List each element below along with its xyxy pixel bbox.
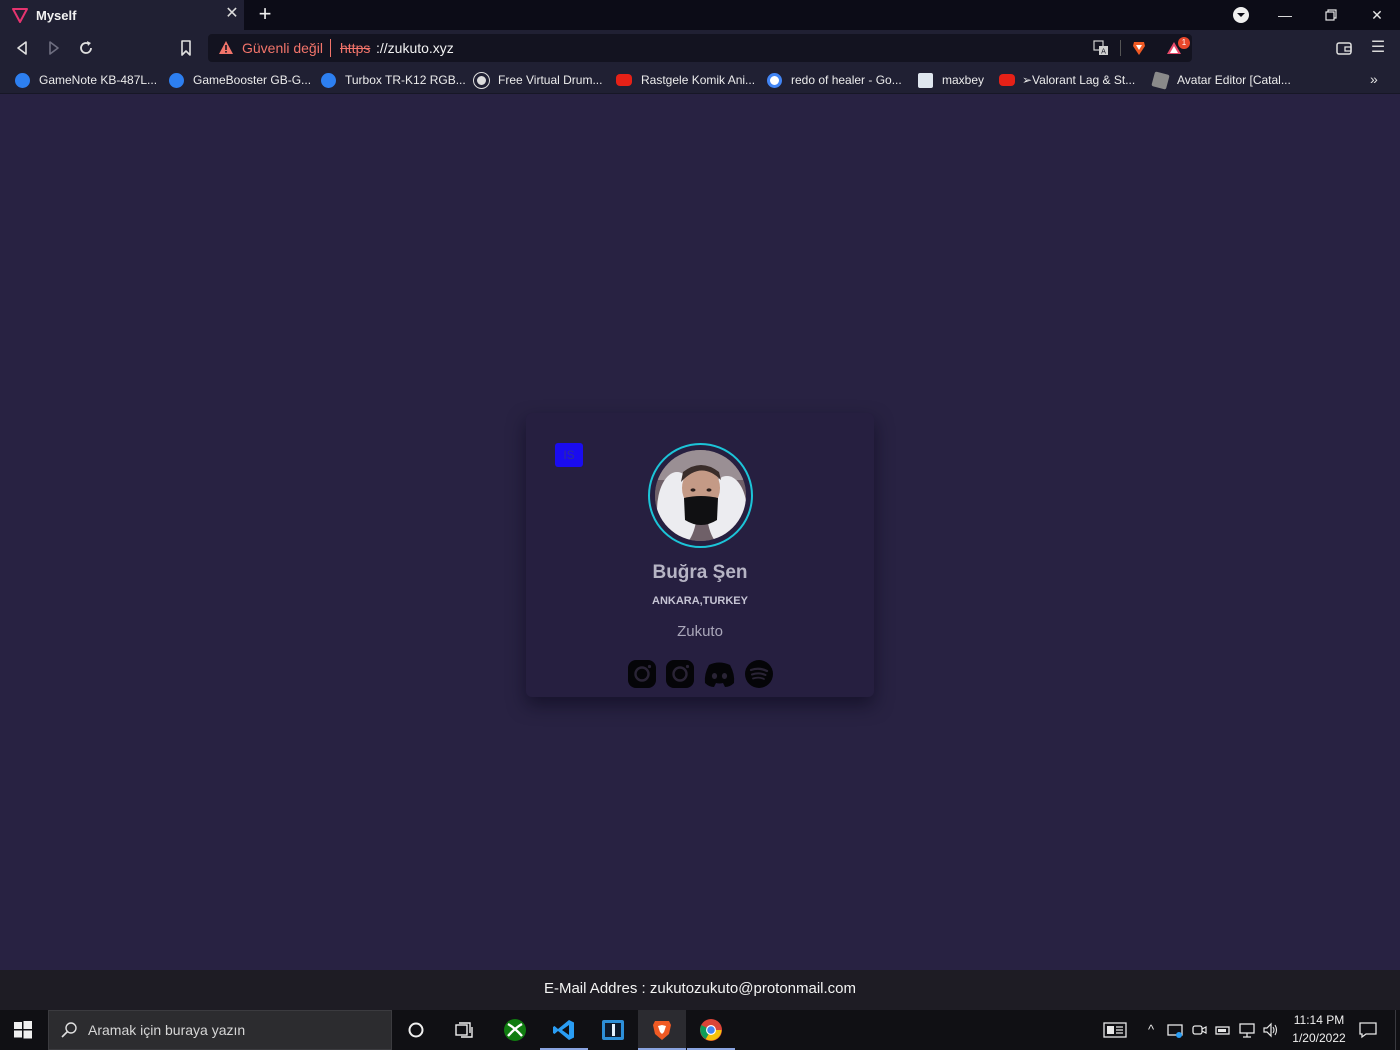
address-divider (330, 39, 331, 57)
urlbar-divider (1120, 40, 1121, 56)
forward-icon[interactable] (44, 38, 64, 58)
bookmark-item[interactable]: Avatar Editor [Catal... (1151, 66, 1291, 94)
chrome-app-button[interactable] (687, 1010, 735, 1050)
brave-app-button[interactable] (638, 1010, 686, 1050)
vscode-app-button[interactable] (540, 1010, 588, 1050)
site-icon (918, 72, 933, 88)
bookmark-label: maxbey (942, 73, 985, 87)
reload-icon[interactable] (76, 38, 96, 58)
bookmark-label: Free Virtual Drum... (498, 73, 603, 87)
search-icon (61, 1022, 77, 1038)
youtube-icon (999, 74, 1015, 86)
google-icon (767, 72, 782, 88)
brave-triangle-icon (12, 8, 28, 23)
bookmark-label: Avatar Editor [Catal... (1177, 73, 1291, 87)
new-tab-button[interactable]: + (255, 3, 275, 25)
task-view-button[interactable] (440, 1010, 488, 1050)
globe-icon (473, 71, 490, 89)
bookmarks-overflow-button[interactable]: » (1370, 71, 1378, 87)
battery-icon[interactable] (1214, 1021, 1232, 1039)
app-button[interactable] (589, 1010, 637, 1050)
url-hostname: zukuto.xyz (387, 40, 454, 56)
restore-icon[interactable] (1320, 4, 1342, 26)
tab-myself[interactable]: Myself ✕ (0, 0, 244, 30)
clock-date[interactable]: 1/20/2022 (1283, 1031, 1355, 1045)
rewards-notification-badge: 1 (1178, 37, 1190, 49)
bookmark-label: Rastgele Komik Ani... (641, 73, 756, 87)
notification-center-icon[interactable] (1358, 1020, 1378, 1040)
bookmark-label: ➢Valorant Lag & St... (1022, 73, 1136, 87)
translate-icon[interactable]: A (1093, 40, 1109, 56)
url-scheme: https (340, 40, 371, 56)
bookmark-item[interactable]: ➢Valorant Lag & St... (999, 66, 1135, 94)
chevron-up-icon[interactable]: ^ (1142, 1021, 1160, 1039)
url-separator: :// (376, 40, 388, 56)
instagram-icon[interactable] (627, 659, 657, 689)
bookmark-item[interactable]: GameBooster GB-G... (169, 66, 311, 94)
bookmark-item[interactable]: GameNote KB-487L... (15, 66, 157, 94)
profile-handle: Zukuto (677, 623, 723, 640)
bookmark-item[interactable]: redo of healer - Go... (767, 66, 902, 94)
blue-check-icon (15, 72, 30, 88)
network-monitor-icon[interactable] (1166, 1021, 1184, 1039)
instagram-icon[interactable] (665, 659, 695, 689)
avatar (655, 450, 746, 541)
show-desktop-button[interactable] (1395, 1010, 1396, 1050)
footer-email-label: E-Mail Addres : (543, 980, 646, 997)
vscode-icon (553, 1020, 574, 1040)
task-view-icon (455, 1022, 473, 1038)
bookmark-item[interactable]: Turbox TR-K12 RGB... (321, 66, 466, 94)
blue-check-icon (169, 72, 184, 88)
profile-name: Buğra Şen (652, 562, 748, 583)
menu-icon[interactable]: ☰ (1368, 38, 1388, 58)
svg-text:A: A (1101, 48, 1106, 56)
bookmark-label: GameBooster GB-G... (193, 73, 312, 87)
minimize-icon[interactable]: — (1274, 4, 1296, 26)
security-status-text[interactable]: Güvenli değil (242, 40, 323, 56)
bookmark-label: Turbox TR-K12 RGB... (345, 73, 466, 87)
xbox-app-button[interactable] (491, 1010, 539, 1050)
footer-contact: E-Mail Addres : zukutozukuto@protonmail.… (0, 980, 1400, 997)
tab-title: Myself (36, 8, 77, 23)
meet-now-icon[interactable] (1190, 1021, 1208, 1039)
blue-check-icon (321, 72, 336, 88)
bookmark-item[interactable]: Free Virtual Drum... (473, 66, 603, 94)
xbox-icon (504, 1019, 526, 1041)
chrome-icon (700, 1019, 722, 1041)
wallet-icon[interactable] (1334, 38, 1354, 58)
back-icon[interactable] (12, 38, 32, 58)
windows-start-icon[interactable] (13, 1020, 33, 1040)
bookmark-label: GameNote KB-487L... (39, 73, 158, 87)
tab-close-icon[interactable]: ✕ (224, 6, 240, 22)
cortana-button[interactable] (392, 1010, 440, 1050)
footer-email[interactable]: zukutozukuto@protonmail.com (650, 980, 856, 997)
profile-location: ANKARA,TURKEY (652, 595, 748, 607)
cortana-circle-icon (408, 1022, 424, 1038)
discord-icon[interactable] (703, 659, 736, 689)
taskbar-search-placeholder: Aramak için buraya yazın (88, 1022, 246, 1038)
bookmark-icon[interactable] (176, 38, 196, 58)
brave-shields-icon[interactable] (1131, 40, 1147, 56)
speaker-icon[interactable] (1262, 1021, 1280, 1039)
app-window-icon (602, 1020, 624, 1040)
profile-badge: IS (555, 443, 583, 467)
bookmark-item[interactable]: maxbey (918, 66, 984, 94)
profile-dropdown-icon[interactable] (1230, 4, 1252, 26)
clock-time[interactable]: 11:14 PM (1283, 1013, 1355, 1027)
bookmark-label: redo of healer - Go... (791, 73, 902, 87)
url-host: ://zukuto.xyz (376, 40, 454, 56)
brave-lion-icon (653, 1021, 671, 1040)
warning-icon (219, 41, 233, 54)
youtube-icon (616, 74, 632, 86)
window-close-icon[interactable]: ✕ (1366, 4, 1388, 26)
roblox-icon (1151, 70, 1170, 90)
wired-network-icon[interactable] (1238, 1021, 1256, 1039)
bookmark-item[interactable]: Rastgele Komik Ani... (616, 66, 755, 94)
news-widget-icon[interactable] (1103, 1021, 1127, 1039)
spotify-icon[interactable] (744, 659, 774, 689)
